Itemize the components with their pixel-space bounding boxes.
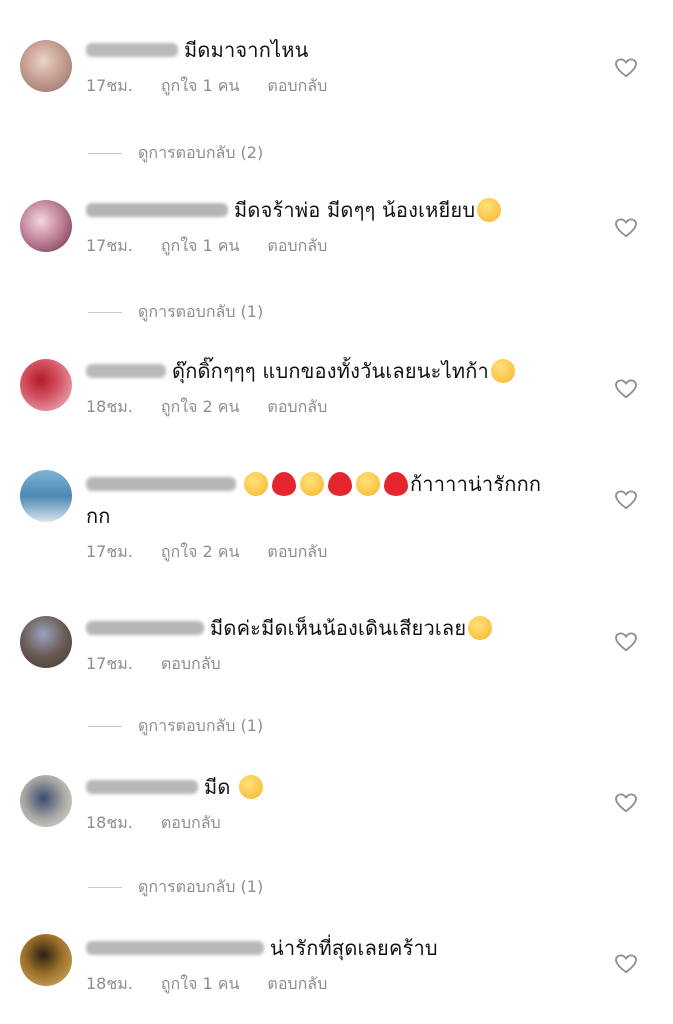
- comment-text-line: มีดจร้าพ่อ มีดๆๆ น้องเหยียบ: [86, 194, 593, 226]
- red-heart-emoji: [384, 471, 408, 496]
- comment-text: มีด: [204, 775, 231, 799]
- avatar[interactable]: [20, 200, 72, 252]
- laughing-tears-emoji: [490, 358, 515, 383]
- comment-text-continued: กก: [86, 504, 111, 528]
- view-replies-button[interactable]: ดูการตอบกลับ (2): [88, 141, 263, 166]
- comment-meta: 17ชม. ถูกใจ 2 คน ตอบกลับ: [86, 540, 593, 565]
- reply-button[interactable]: ตอบกลับ: [267, 236, 327, 255]
- view-replies-label: ดูการตอบกลับ (1): [138, 716, 264, 735]
- smiling-sweat-emoji: [477, 197, 502, 222]
- avatar[interactable]: [20, 934, 72, 986]
- heart-outline-icon[interactable]: [615, 490, 637, 510]
- blurred-username[interactable]: [86, 202, 228, 217]
- avatar[interactable]: [20, 616, 72, 668]
- comment-likes[interactable]: ถูกใจ 1 คน: [161, 974, 240, 993]
- blurred-username[interactable]: [86, 363, 166, 378]
- heart-eyes-emoji: [300, 471, 324, 496]
- reply-button[interactable]: ตอบกลับ: [267, 76, 327, 95]
- divider: [88, 887, 122, 888]
- comment-likes[interactable]: ถูกใจ 1 คน: [161, 236, 240, 255]
- comment-body: มีดมาจากไหน 17ชม. ถูกใจ 1 คน ตอบกลับ: [86, 34, 593, 99]
- divider: [88, 726, 122, 727]
- view-replies-label: ดูการตอบกลับ (1): [138, 302, 264, 321]
- view-replies-label: ดูการตอบกลับ (1): [138, 877, 264, 896]
- comment-body: ก้าาาาน่ารักกก กก 17ชม. ถูกใจ 2 คน ตอบกลับ: [86, 468, 593, 565]
- divider: [88, 312, 122, 313]
- view-replies-button[interactable]: ดูการตอบกลับ (1): [88, 875, 263, 900]
- comment-text: น่ารักที่สุดเลยคร้าบ: [270, 936, 438, 960]
- comment-meta: 18ชม. ถูกใจ 2 คน ตอบกลับ: [86, 395, 593, 420]
- comment-time: 17ชม.: [86, 236, 133, 255]
- heart-outline-icon[interactable]: [615, 954, 637, 974]
- blurred-username[interactable]: [86, 42, 178, 57]
- reply-button[interactable]: ตอบกลับ: [267, 542, 327, 561]
- comment-text-line: กก: [86, 500, 593, 532]
- comment-text: มีดมาจากไหน: [184, 38, 309, 62]
- comment-meta: 18ชม. ถูกใจ 1 คน ตอบกลับ: [86, 972, 593, 997]
- frowning-emoji: [238, 774, 263, 799]
- heart-eyes-emoji: [356, 471, 380, 496]
- comment-time: 17ชม.: [86, 542, 133, 561]
- comment-body: มีด 18ชม. ตอบกลับ: [86, 771, 593, 836]
- comment-time: 17ชม.: [86, 76, 133, 95]
- heart-outline-icon[interactable]: [615, 58, 637, 78]
- reply-button[interactable]: ตอบกลับ: [161, 654, 221, 673]
- view-replies-label: ดูการตอบกลับ (2): [138, 143, 264, 162]
- heart-outline-icon[interactable]: [615, 632, 637, 652]
- comment-body: น่ารักที่สุดเลยคร้าบ 18ชม. ถูกใจ 1 คน ตอบก…: [86, 932, 593, 997]
- comment-meta: 17ชม. ถูกใจ 1 คน ตอบกลับ: [86, 74, 593, 99]
- comment-text: ดุ๊กดิ๊กๆๆๆ แบกของทั้งวันเลยนะไทก้า: [172, 359, 489, 383]
- comment-text: มีดจร้าพ่อ มีดๆๆ น้องเหยียบ: [234, 198, 476, 222]
- comment-text: ก้าาาาน่ารักกก: [410, 472, 542, 496]
- comment-body: มีดจร้าพ่อ มีดๆๆ น้องเหยียบ 17ชม. ถูกใจ 1…: [86, 194, 593, 259]
- blurred-username[interactable]: [86, 620, 204, 635]
- comment-text: มีดค่ะมีดเห็นน้องเดินเสียวเลย: [210, 616, 467, 640]
- view-replies-button[interactable]: ดูการตอบกลับ (1): [88, 300, 263, 325]
- reply-button[interactable]: ตอบกลับ: [161, 813, 221, 832]
- comment-time: 18ชม.: [86, 974, 133, 993]
- comment-text-line: ดุ๊กดิ๊กๆๆๆ แบกของทั้งวันเลยนะไทก้า: [86, 355, 593, 387]
- comment-time: 18ชม.: [86, 813, 133, 832]
- heart-outline-icon[interactable]: [615, 218, 637, 238]
- comment-likes[interactable]: ถูกใจ 2 คน: [161, 397, 240, 416]
- comment-text-line: มีดค่ะมีดเห็นน้องเดินเสียวเลย: [86, 612, 593, 644]
- heart-outline-icon[interactable]: [615, 379, 637, 399]
- red-heart-emoji: [272, 471, 296, 496]
- divider: [88, 153, 122, 154]
- comment-body: ดุ๊กดิ๊กๆๆๆ แบกของทั้งวันเลยนะไทก้า 18ชม…: [86, 355, 593, 420]
- blurred-username[interactable]: [86, 940, 264, 955]
- red-heart-emoji: [328, 471, 352, 496]
- comment-text-line: น่ารักที่สุดเลยคร้าบ: [86, 932, 593, 964]
- comment-likes[interactable]: ถูกใจ 1 คน: [161, 76, 240, 95]
- view-replies-button[interactable]: ดูการตอบกลับ (1): [88, 714, 263, 739]
- blurred-username[interactable]: [86, 476, 236, 491]
- comment-text-line: มีดมาจากไหน: [86, 34, 593, 66]
- comment-text-line: ก้าาาาน่ารักกก: [86, 468, 593, 500]
- avatar[interactable]: [20, 775, 72, 827]
- comment-body: มีดค่ะมีดเห็นน้องเดินเสียวเลย 17ชม. ตอบกล…: [86, 612, 593, 677]
- comment-likes[interactable]: ถูกใจ 2 คน: [161, 542, 240, 561]
- heart-outline-icon[interactable]: [615, 793, 637, 813]
- reply-button[interactable]: ตอบกลับ: [267, 974, 327, 993]
- comment-time: 17ชม.: [86, 654, 133, 673]
- heart-eyes-emoji: [244, 471, 268, 496]
- avatar[interactable]: [20, 359, 72, 411]
- avatar[interactable]: [20, 470, 72, 522]
- reply-button[interactable]: ตอบกลับ: [267, 397, 327, 416]
- blurred-username[interactable]: [86, 779, 198, 794]
- comment-meta: 17ชม. ถูกใจ 1 คน ตอบกลับ: [86, 234, 593, 259]
- comment-text-line: มีด: [86, 771, 593, 803]
- comment-time: 18ชม.: [86, 397, 133, 416]
- smiling-emoji: [468, 615, 493, 640]
- avatar[interactable]: [20, 40, 72, 92]
- comment-meta: 17ชม. ตอบกลับ: [86, 652, 593, 677]
- comment-meta: 18ชม. ตอบกลับ: [86, 811, 593, 836]
